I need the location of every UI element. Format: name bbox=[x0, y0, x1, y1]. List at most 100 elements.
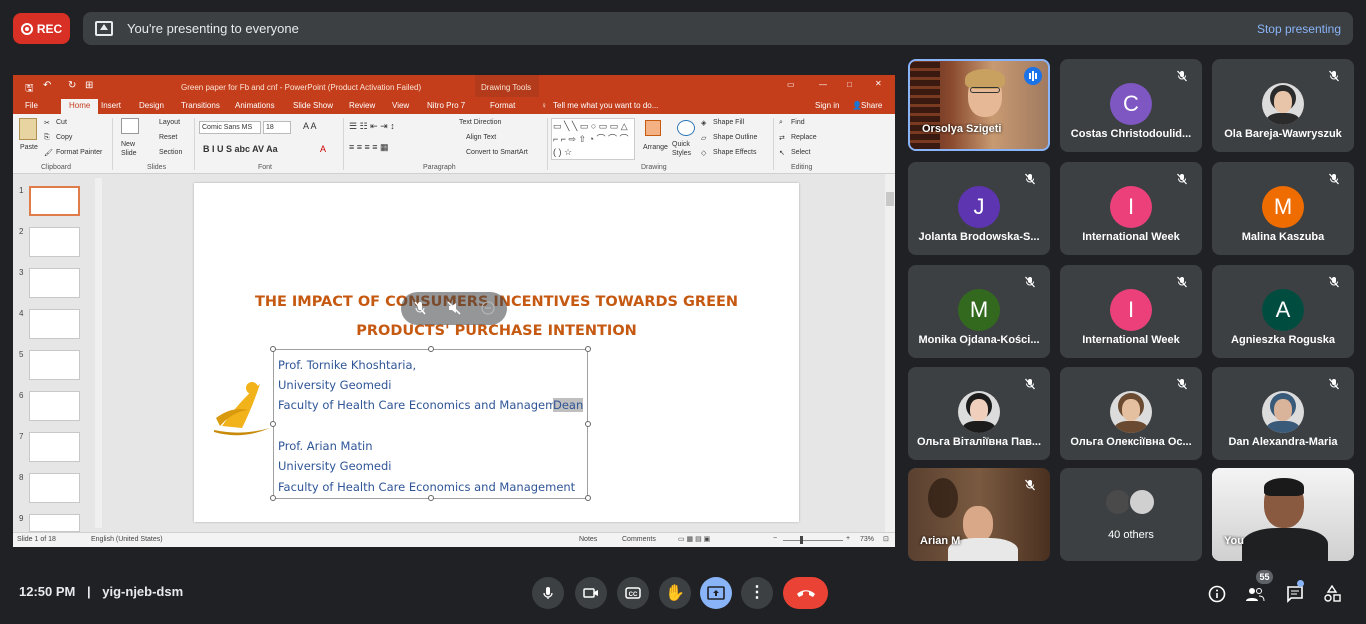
slide-thumbnail-9[interactable] bbox=[29, 514, 80, 532]
participant-tile[interactable]: 40 others bbox=[1060, 468, 1202, 561]
align-text-button[interactable]: Align Text bbox=[466, 134, 496, 141]
tab-format[interactable]: Format bbox=[490, 101, 515, 110]
shape-fill-icon[interactable]: ◈ bbox=[701, 119, 706, 127]
reset-button[interactable]: Reset bbox=[159, 134, 177, 141]
shape-outline-icon[interactable]: ▱ bbox=[701, 134, 706, 142]
slide-thumbnail-6[interactable] bbox=[29, 391, 80, 421]
text-direction-button[interactable]: Text Direction bbox=[459, 119, 501, 126]
paste-button[interactable]: Paste bbox=[20, 144, 38, 151]
copy-button[interactable]: Copy bbox=[56, 134, 72, 141]
notes-button[interactable]: Notes bbox=[579, 536, 597, 543]
participant-tile[interactable]: M Monika Ojdana-Kości... bbox=[908, 265, 1050, 358]
participant-tile[interactable]: J Jolanta Brodowska-S... bbox=[908, 162, 1050, 255]
meeting-details-button[interactable] bbox=[1206, 583, 1228, 605]
redo-icon[interactable]: ↻ bbox=[68, 80, 76, 91]
zoom-level[interactable]: 73% bbox=[860, 536, 874, 543]
font-name-field[interactable]: Comic Sans MS bbox=[199, 121, 261, 134]
tab-transitions[interactable]: Transitions bbox=[181, 101, 220, 110]
paste-icon[interactable] bbox=[19, 118, 37, 140]
find-button[interactable]: Find bbox=[791, 119, 805, 126]
replace-button[interactable]: Replace bbox=[791, 134, 817, 141]
bullets-icon[interactable]: ☰ ☷ ⇤ ⇥ ↕ bbox=[349, 121, 395, 132]
slide-thumbnail-8[interactable] bbox=[29, 473, 80, 503]
microphone-button[interactable] bbox=[532, 577, 564, 609]
section-button[interactable]: Section bbox=[159, 149, 182, 156]
slide-scrollbar[interactable] bbox=[885, 174, 895, 532]
leave-call-button[interactable] bbox=[783, 577, 828, 609]
raise-hand-button[interactable]: ✋ bbox=[659, 577, 691, 609]
format-painter-button[interactable]: Format Painter bbox=[56, 149, 102, 156]
tell-me-input[interactable]: Tell me what you want to do... bbox=[553, 101, 658, 110]
shapes-gallery[interactable]: ▭ ╲ ╲ ▭ ○ ▭ ▭ △ ⌐ ⌐ ⇨ ⇧ ◔ ⌒ ⌒ ⌒ ( ) ☆ bbox=[551, 118, 635, 160]
zoom-out-icon[interactable]: − bbox=[773, 535, 777, 542]
layout-button[interactable]: Layout bbox=[159, 119, 180, 126]
shape-effects-icon[interactable]: ◇ bbox=[701, 149, 706, 157]
tab-design[interactable]: Design bbox=[139, 101, 164, 110]
share-button[interactable]: Share bbox=[861, 101, 882, 110]
convert-smartart-button[interactable]: Convert to SmartArt bbox=[466, 149, 528, 156]
select-button[interactable]: Select bbox=[791, 149, 810, 156]
tab-animations[interactable]: Animations bbox=[235, 101, 275, 110]
quick-styles-button[interactable]: Quick Styles bbox=[672, 140, 696, 158]
tab-nitro[interactable]: Nitro Pro 7 bbox=[427, 101, 465, 110]
format-painter-icon[interactable]: 🖌 bbox=[44, 149, 53, 157]
speaker-off-icon[interactable] bbox=[447, 301, 461, 315]
camera-button[interactable] bbox=[575, 577, 607, 609]
font-size-field[interactable]: 18 bbox=[263, 121, 291, 134]
touch-mode-icon[interactable]: ⊞ bbox=[85, 80, 93, 91]
remove-icon[interactable] bbox=[481, 301, 495, 315]
slide-canvas[interactable]: THE IMPACT OF CONSUMERS INCENTIVES TOWAR… bbox=[194, 183, 799, 522]
participant-tile[interactable]: M Malina Kaszuba bbox=[1212, 162, 1354, 255]
stop-presenting-button[interactable]: Stop presenting bbox=[1257, 22, 1341, 36]
find-icon[interactable]: ⌕ bbox=[779, 119, 783, 127]
slide-thumbnail-5[interactable] bbox=[29, 350, 80, 380]
font-style-icons[interactable]: B I U S abc AV Aa bbox=[203, 144, 278, 154]
zoom-in-icon[interactable]: + bbox=[846, 535, 850, 542]
slide-thumbnail-7[interactable] bbox=[29, 432, 80, 462]
tab-slide-show[interactable]: Slide Show bbox=[293, 101, 333, 110]
participant-tile[interactable]: You bbox=[1212, 468, 1354, 561]
participant-tile[interactable]: I International Week bbox=[1060, 162, 1202, 255]
slide-thumbnail-4[interactable] bbox=[29, 309, 80, 339]
quick-styles-icon[interactable] bbox=[677, 120, 695, 136]
people-button[interactable] bbox=[1244, 583, 1266, 605]
align-icons[interactable]: ≡ ≡ ≡ ≡ ▦ bbox=[349, 142, 389, 153]
view-buttons-icon[interactable]: ▭ ▦ ▤ ▣ bbox=[678, 535, 710, 543]
mic-off-icon[interactable] bbox=[413, 301, 427, 315]
participant-tile[interactable]: C Costas Christodoulid... bbox=[1060, 59, 1202, 152]
shape-effects-button[interactable]: Shape Effects bbox=[713, 149, 756, 156]
more-options-button[interactable]: ⋮ bbox=[741, 577, 773, 609]
sign-in-link[interactable]: Sign in bbox=[815, 101, 839, 110]
shape-outline-button[interactable]: Shape Outline bbox=[713, 134, 757, 141]
slide-thumbnail-1[interactable] bbox=[29, 186, 80, 216]
minimize-icon[interactable]: — bbox=[819, 80, 827, 89]
arrange-icon[interactable] bbox=[645, 120, 661, 136]
slide-thumbnail-3[interactable] bbox=[29, 268, 80, 298]
font-color-icon[interactable]: A bbox=[320, 144, 326, 154]
participant-tile[interactable]: Orsolya Szigeti bbox=[908, 59, 1050, 151]
slide-thumbnail-2[interactable] bbox=[29, 227, 80, 257]
captions-button[interactable]: CC bbox=[617, 577, 649, 609]
zoom-slider-thumb[interactable] bbox=[800, 536, 803, 544]
font-grow-icon[interactable]: A A bbox=[303, 121, 317, 131]
language-status[interactable]: English (United States) bbox=[91, 536, 163, 543]
undo-icon[interactable]: ↶ bbox=[43, 80, 51, 91]
replace-icon[interactable]: ⇄ bbox=[779, 134, 785, 142]
copy-icon[interactable]: ⎘ bbox=[44, 134, 50, 142]
select-icon[interactable]: ↖ bbox=[779, 149, 785, 157]
shape-fill-button[interactable]: Shape Fill bbox=[713, 119, 744, 126]
save-icon[interactable]: 🖫 bbox=[25, 81, 34, 98]
cut-icon[interactable]: ✂ bbox=[44, 119, 50, 127]
participant-tile[interactable]: Arian M bbox=[908, 468, 1050, 561]
thumb-scrollbar[interactable] bbox=[95, 178, 102, 528]
tab-file[interactable]: File bbox=[25, 101, 38, 110]
ribbon-display-icon[interactable]: ▭ bbox=[787, 80, 795, 89]
participant-tile[interactable]: I International Week bbox=[1060, 265, 1202, 358]
tab-review[interactable]: Review bbox=[349, 101, 375, 110]
fit-slide-icon[interactable]: ⊡ bbox=[883, 535, 889, 543]
zoom-slider[interactable] bbox=[783, 540, 843, 541]
close-icon[interactable]: ✕ bbox=[875, 79, 882, 88]
tab-view[interactable]: View bbox=[392, 101, 409, 110]
cut-button[interactable]: Cut bbox=[56, 119, 67, 126]
new-slide-button[interactable]: New Slide bbox=[121, 140, 141, 158]
